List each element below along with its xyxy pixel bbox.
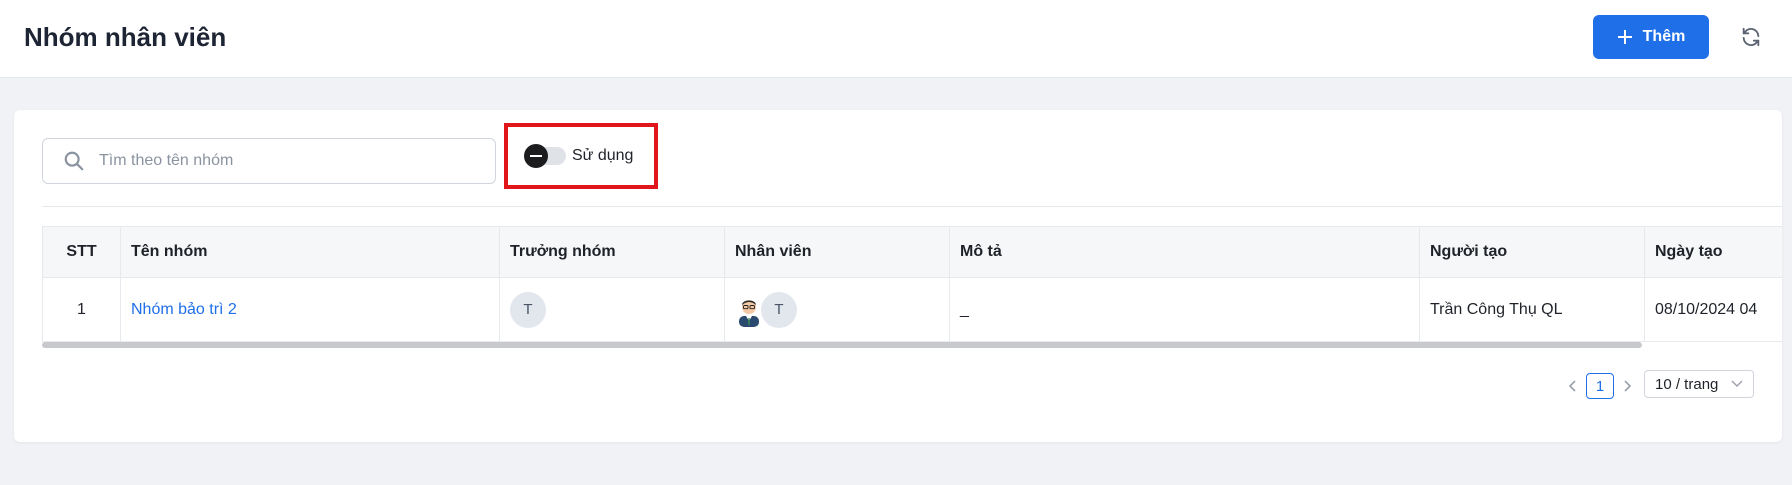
column-header-creator: Người tạo [1420,227,1645,277]
active-filter-highlight: Sử dụng [504,123,658,189]
member-avatar: T [761,291,797,328]
search-icon [64,151,84,171]
add-button-label: Thêm [1642,28,1686,45]
active-toggle-label: Sử dụng [572,147,634,164]
page-title: Nhóm nhân viên [24,22,227,52]
prev-page-button[interactable] [1562,372,1584,400]
plus-icon [1617,30,1632,44]
table-row: 1 Nhóm bảo trì 2 T T _ Trần Công Thụ QL … [43,278,1782,341]
column-header-group-name: Tên nhóm [121,227,500,277]
column-header-created-date: Ngày tạo [1655,243,1723,260]
leader-avatar: T [510,291,546,328]
refresh-icon [1742,27,1760,47]
pagination: 1 [1562,372,1638,400]
member-avatars: T [731,291,797,328]
table-header-row: STT Tên nhóm Trưởng nhóm Nhân viên Mô tả… [43,227,1782,278]
chevron-left-icon [1568,380,1576,392]
chevron-down-icon [1731,380,1743,387]
search-box [42,138,496,184]
refresh-button[interactable] [1736,22,1766,52]
page-size-select[interactable]: 10 / trang [1644,370,1754,398]
page-number-current[interactable]: 1 [1586,373,1614,399]
column-header-leader: Trưởng nhóm [500,227,725,277]
group-list-card: Sử dụng STT Tên nhóm Trưởng nhóm Nhân vi… [14,110,1782,442]
add-button[interactable]: Thêm [1593,15,1709,59]
toggle-knob [524,144,548,168]
horizontal-scrollbar[interactable] [42,342,1642,348]
page-header: Nhóm nhân viên Thêm [0,0,1792,78]
row-creator: Trần Công Thụ QL [1420,278,1645,341]
column-header-members: Nhân viên [725,227,950,277]
column-header-stt: STT [43,227,121,277]
row-created-date: 08/10/2024 04 [1655,300,1758,318]
page-size-value: 10 / trang [1655,375,1719,393]
column-header-description: Mô tả [950,227,1420,277]
divider [42,206,1782,207]
group-table: STT Tên nhóm Trưởng nhóm Nhân viên Mô tả… [42,226,1782,342]
group-name-link[interactable]: Nhóm bảo trì 2 [131,301,237,319]
row-description: _ [950,278,1420,341]
row-stt: 1 [43,278,121,341]
next-page-button[interactable] [1616,372,1638,400]
chevron-right-icon [1624,380,1632,392]
search-input[interactable] [99,152,459,170]
active-toggle[interactable] [524,144,566,168]
